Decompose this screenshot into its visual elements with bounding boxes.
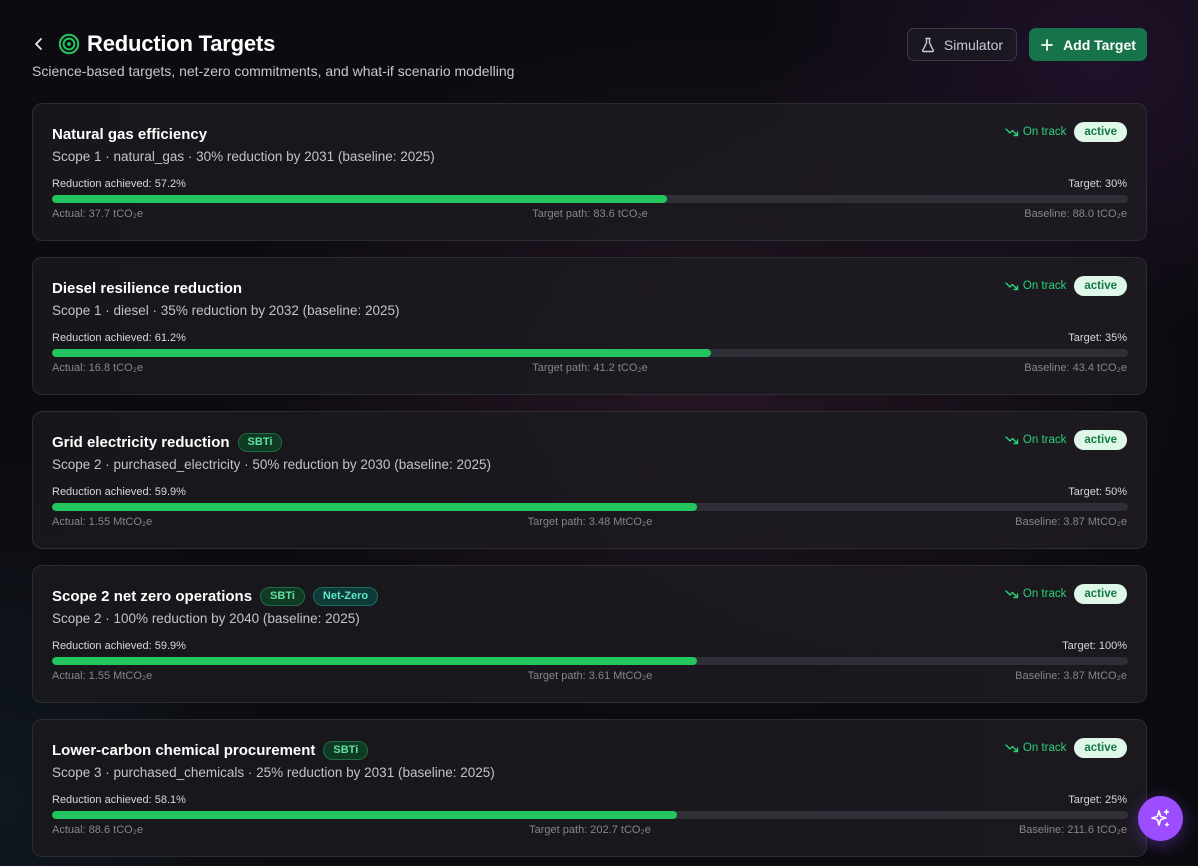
target-percent: Target: 35% [1068, 332, 1127, 344]
status-label: On track [1022, 434, 1067, 446]
target-description: Scope 1 · diesel · 35% reduction by 2032… [52, 303, 400, 318]
add-target-label: Add Target [1063, 36, 1136, 53]
status-badge: active [1074, 738, 1127, 758]
status-label: On track [1022, 280, 1067, 292]
status-indicator: On track [1005, 434, 1066, 446]
target-path-value: Target path: 41.2 tCO₂e [532, 362, 648, 374]
card-title-row: Natural gas efficiency [52, 124, 207, 144]
status-row: On track active [1005, 738, 1127, 758]
target-icon [58, 33, 80, 55]
target-name: Grid electricity reduction [52, 433, 230, 451]
reduction-achieved: Reduction achieved: 58.1% [52, 794, 186, 806]
flask-icon [921, 37, 934, 52]
chevron-left-icon [35, 38, 42, 50]
reduction-achieved: Reduction achieved: 59.9% [52, 486, 186, 498]
reduction-achieved: Reduction achieved: 57.2% [52, 178, 186, 190]
status-row: On track active [1005, 276, 1127, 296]
target-percent: Target: 100% [1062, 640, 1127, 652]
target-path-value: Target path: 3.48 MtCO₂e [527, 516, 653, 528]
status-row: On track active [1005, 430, 1127, 450]
status-badge: active [1074, 430, 1127, 450]
target-card[interactable]: Grid electricity reduction SBTi Scope 2 · … [32, 411, 1147, 549]
card-title-row: Diesel resilience reduction [52, 278, 242, 298]
target-percent: Target: 30% [1068, 178, 1127, 190]
simulator-label: Simulator [943, 36, 1004, 53]
add-target-button[interactable]: Add Target [1029, 28, 1147, 61]
status-indicator: On track [1005, 126, 1066, 138]
title-row: Reduction Targets [32, 30, 275, 58]
status-row: On track active [1005, 584, 1127, 604]
progress-bar [52, 503, 1128, 511]
target-description: Scope 1 · natural_gas · 30% reduction by… [52, 149, 435, 164]
target-description: Scope 2 · 100% reduction by 2040 (baseli… [52, 611, 360, 626]
target-percent: Target: 50% [1068, 486, 1127, 498]
target-card[interactable]: Lower-carbon chemical procurement SBTi Sco… [32, 719, 1147, 857]
progress-bar [52, 349, 1128, 357]
target-name: Diesel resilience reduction [52, 279, 243, 297]
progress-fill [52, 349, 711, 357]
page-header: Reduction Targets Science-based targets,… [32, 28, 1147, 84]
trending-down-icon [1005, 590, 1019, 599]
reduction-achieved: Reduction achieved: 59.9% [52, 640, 186, 652]
target-name: Natural gas efficiency [52, 125, 208, 143]
status-badge: active [1074, 584, 1127, 604]
status-label: On track [1022, 588, 1067, 600]
progress-bar [52, 811, 1128, 819]
status-label: On track [1022, 126, 1067, 138]
ai-assistant-button[interactable] [1138, 796, 1183, 841]
progress-fill [52, 195, 668, 203]
back-button[interactable] [32, 30, 50, 58]
target-path-value: Target path: 202.7 tCO₂e [529, 824, 651, 836]
baseline-value: Baseline: 211.6 tCO₂e [1018, 824, 1127, 836]
progress-bar [52, 195, 1128, 203]
progress-fill [52, 811, 678, 819]
target-path-value: Target path: 83.6 tCO₂e [532, 208, 648, 220]
trending-down-icon [1005, 128, 1019, 137]
progress-bar [52, 657, 1128, 665]
card-title-row: Grid electricity reduction SBTi [52, 432, 283, 452]
reduction-achieved: Reduction achieved: 61.2% [52, 332, 186, 344]
baseline-value: Baseline: 43.4 tCO₂e [1024, 362, 1127, 374]
sparkles-icon [1150, 808, 1169, 827]
target-name: Scope 2 net zero operations [52, 587, 253, 605]
trending-down-icon [1005, 282, 1019, 291]
page-title: Reduction Targets [87, 31, 276, 56]
progress-fill [52, 657, 697, 665]
status-badge: active [1074, 122, 1127, 142]
baseline-value: Baseline: 3.87 MtCO₂e [1015, 516, 1127, 528]
status-badge: active [1074, 276, 1127, 296]
target-card[interactable]: Scope 2 net zero operations SBTi Net-Zero S… [32, 565, 1147, 703]
progress-fill [52, 503, 697, 511]
simulator-button[interactable]: Simulator [907, 28, 1017, 61]
plus-icon [1041, 38, 1053, 51]
status-indicator: On track [1005, 742, 1066, 754]
baseline-value: Baseline: 3.87 MtCO₂e [1015, 670, 1127, 682]
status-indicator: On track [1005, 588, 1066, 600]
sbti-tag: SBTi [237, 432, 283, 452]
net-zero-tag: Net-Zero [312, 586, 379, 606]
sbti-tag: SBTi [323, 740, 369, 760]
trending-down-icon [1005, 436, 1019, 445]
target-percent: Target: 25% [1068, 794, 1127, 806]
trending-down-icon [1005, 744, 1019, 753]
status-row: On track active [1005, 122, 1127, 142]
status-label: On track [1022, 742, 1067, 754]
card-title-row: Lower-carbon chemical procurement SBTi [52, 740, 369, 760]
target-description: Scope 2 · purchased_electricity · 50% re… [52, 457, 492, 472]
target-card[interactable]: Diesel resilience reduction Scope 1 · die… [32, 257, 1147, 395]
target-description: Scope 3 · purchased_chemicals · 25% redu… [52, 765, 495, 780]
page-subtitle: Science-based targets, net-zero commitme… [32, 63, 515, 79]
target-name: Lower-carbon chemical procurement [52, 741, 316, 759]
target-card[interactable]: Natural gas efficiency Scope 1 · natural_… [32, 103, 1147, 241]
baseline-value: Baseline: 88.0 tCO₂e [1024, 208, 1127, 220]
sbti-tag: SBTi [260, 586, 305, 606]
target-path-value: Target path: 3.61 MtCO₂e [527, 670, 653, 682]
card-title-row: Scope 2 net zero operations SBTi Net-Zero [52, 586, 379, 606]
status-indicator: On track [1005, 280, 1066, 292]
